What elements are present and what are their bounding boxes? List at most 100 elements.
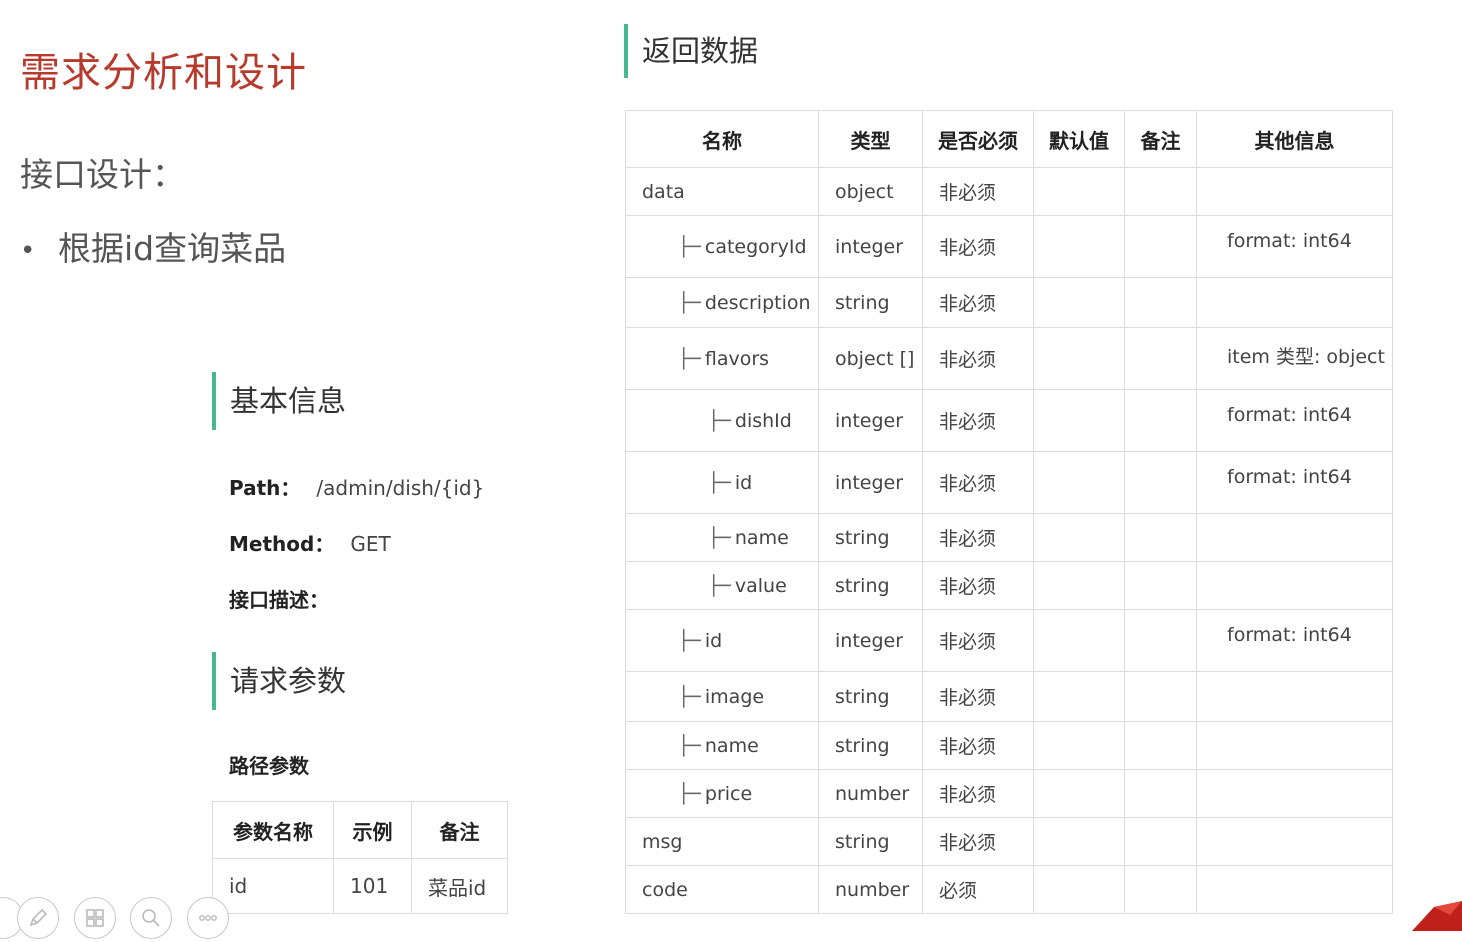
column-header: 参数名称 [212, 801, 334, 859]
table-row: ├─ dishId integer 非必须 format: int64 [625, 389, 1393, 452]
response-data-heading: 返回数据 [624, 24, 758, 78]
table-cell-other [1196, 769, 1393, 818]
table-cell-name: ├─ description [625, 277, 819, 328]
field-name: flavors [704, 347, 770, 370]
tree-branch-icon: ├─ [708, 409, 731, 432]
zoom-icon[interactable] [130, 897, 172, 939]
table-row: id 101 菜品id [212, 858, 508, 914]
table-row: code number 必须 [625, 865, 1393, 914]
request-params-table: 参数名称 示例 备注 id 101 菜品id [212, 801, 508, 914]
table-cell-other [1196, 167, 1393, 216]
table-cell-required: 非必须 [922, 451, 1034, 514]
table-row: ├─ flavors object [] 非必须 item 类型: object [625, 327, 1393, 390]
tree-branch-icon: ├─ [678, 734, 701, 757]
description-label: 接口描述： [229, 588, 329, 612]
table-cell-name: ├─ id [625, 451, 819, 514]
table-cell-other [1196, 513, 1393, 562]
table-cell-name: ├─ id [625, 609, 819, 672]
bullet-dot-icon: • [20, 235, 36, 266]
table-row: ├─ name string 非必须 [625, 513, 1393, 562]
basic-info-heading: 基本信息 [212, 372, 346, 430]
table-cell-note [1124, 167, 1197, 216]
field-name: code [642, 878, 688, 901]
table-cell-type: object [] [818, 327, 923, 390]
table-cell-note [1124, 865, 1197, 914]
tree-branch-icon: ├─ [678, 629, 701, 652]
column-header: 类型 [818, 110, 923, 168]
table-cell-note [1124, 721, 1197, 770]
table-cell-type: string [818, 817, 923, 866]
field-name: price [704, 782, 753, 805]
table-cell-type: integer [818, 389, 923, 452]
table-cell-other: format: int64 [1196, 215, 1393, 278]
table-cell-default [1033, 389, 1125, 452]
table-cell-required: 非必须 [922, 769, 1034, 818]
table-cell-type: string [818, 721, 923, 770]
table-cell-name: msg [625, 817, 819, 866]
table-row: ├─ categoryId integer 非必须 format: int64 [625, 215, 1393, 278]
table-row: ├─ id integer 非必须 format: int64 [625, 451, 1393, 514]
table-cell-type: string [818, 513, 923, 562]
tree-branch-icon: ├─ [708, 471, 731, 494]
table-cell-required: 非必须 [922, 389, 1034, 452]
tree-branch-icon: ├─ [708, 574, 731, 597]
table-cell-other [1196, 561, 1393, 610]
table-cell-type: object [818, 167, 923, 216]
table-cell-name: ├─ value [625, 561, 819, 610]
table-cell-name: ├─ dishId [625, 389, 819, 452]
table-cell-required: 非必须 [922, 327, 1034, 390]
table-cell-default [1033, 561, 1125, 610]
table-cell-default [1033, 277, 1125, 328]
field-name: name [704, 734, 759, 757]
table-cell-type: string [818, 277, 923, 328]
field-name: value [734, 574, 787, 597]
pen-icon[interactable] [17, 897, 59, 939]
column-header: 备注 [1124, 110, 1197, 168]
more-icon[interactable] [187, 897, 229, 939]
table-cell-default [1033, 817, 1125, 866]
field-name: data [642, 180, 685, 203]
table-cell-other: item 类型: object [1196, 327, 1393, 390]
table-cell-required: 非必须 [922, 215, 1034, 278]
table-cell-type: string [818, 561, 923, 610]
path-value: /admin/dish/{id} [316, 476, 485, 500]
table-cell-name: ├─ categoryId [625, 215, 819, 278]
table-cell-default [1033, 721, 1125, 770]
field-name: image [704, 685, 765, 708]
table-cell-type: integer [818, 215, 923, 278]
table-cell-note [1124, 671, 1197, 722]
tree-branch-icon: ├─ [678, 685, 701, 708]
table-cell-required: 非必须 [922, 817, 1034, 866]
column-header: 其他信息 [1196, 110, 1393, 168]
table-cell-name: code [625, 865, 819, 914]
table-cell-required: 非必须 [922, 277, 1034, 328]
table-cell-other [1196, 817, 1393, 866]
bullet-text: 根据id查询菜品 [58, 229, 287, 268]
table-cell-other: format: int64 [1196, 609, 1393, 672]
table-cell: 101 [333, 858, 412, 914]
table-cell-required: 非必须 [922, 561, 1034, 610]
table-cell-default [1033, 451, 1125, 514]
column-header: 是否必须 [922, 110, 1034, 168]
column-header: 默认值 [1033, 110, 1125, 168]
field-name: id [704, 629, 723, 652]
table-cell-name: ├─ name [625, 513, 819, 562]
slide-subtitle: 接口设计： [20, 155, 185, 194]
table-row: ├─ value string 非必须 [625, 561, 1393, 610]
table-cell-type: string [818, 671, 923, 722]
table-cell: 菜品id [411, 858, 508, 914]
table-row: ├─ description string 非必须 [625, 277, 1393, 328]
path-row: Path： /admin/dish/{id} [229, 472, 484, 501]
field-name: name [734, 526, 789, 549]
field-name: dishId [734, 409, 792, 432]
table-cell-required: 非必须 [922, 721, 1034, 770]
field-name: categoryId [704, 235, 807, 258]
method-value: GET [350, 532, 391, 556]
table-cell-type: integer [818, 451, 923, 514]
table-cell-note [1124, 277, 1197, 328]
path-label: Path： [229, 476, 301, 500]
table-cell-type: number [818, 769, 923, 818]
grid-icon[interactable] [74, 897, 116, 939]
column-header: 名称 [625, 110, 819, 168]
method-row: Method： GET [229, 528, 391, 557]
